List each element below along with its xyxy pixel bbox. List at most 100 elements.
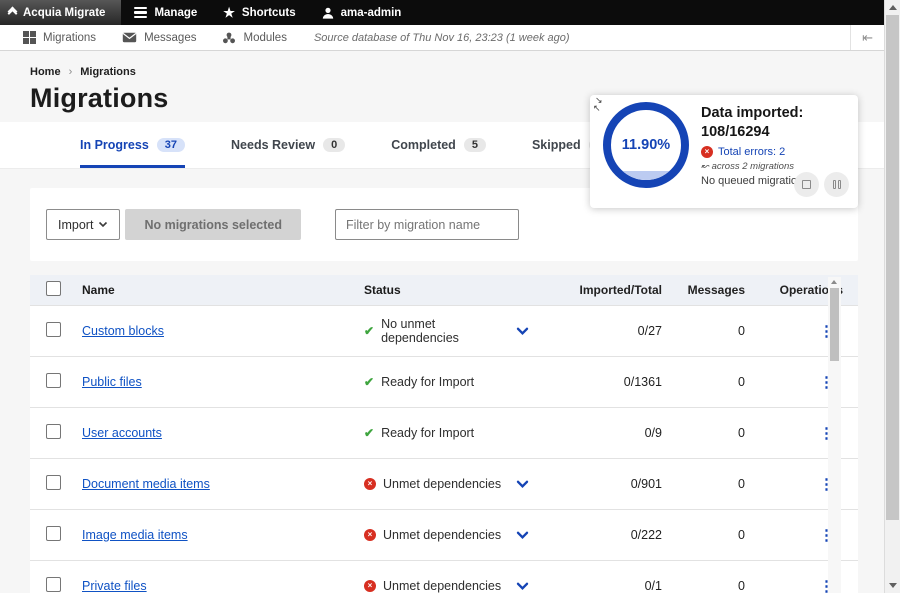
resize-handle-icon[interactable]: ↘↖ (595, 96, 603, 112)
collapse-left-icon: ⇤ (862, 30, 873, 46)
chevron-down-icon[interactable] (514, 580, 531, 593)
row-name-cell: User accounts (74, 426, 364, 440)
row-status-cell: × Unmet dependencies (364, 579, 514, 593)
error-icon: × (364, 478, 376, 490)
toolbar-modules[interactable]: Modules (209, 25, 299, 50)
row-checkbox[interactable] (46, 373, 61, 388)
admin-bar-manage[interactable]: Manage (121, 0, 210, 25)
chevron-down-icon[interactable] (514, 325, 531, 338)
row-operations-cell: ⋮ (749, 375, 858, 390)
status-label: Unmet dependencies (383, 579, 501, 593)
tab-count-badge: 5 (464, 138, 486, 152)
row-operations-cell: ⋮ (749, 477, 858, 492)
across-migrations-note: ↜ across 2 migrations (701, 161, 852, 172)
row-operations-cell: ⋮ (749, 426, 858, 441)
status-label: Unmet dependencies (383, 528, 501, 542)
double-chevron-up-icon (9, 8, 16, 17)
imported-total-value: 0/27 (559, 324, 664, 338)
import-dropdown-button[interactable]: Import (46, 209, 120, 240)
migration-name-link[interactable]: User accounts (82, 426, 162, 440)
admin-bar-user[interactable]: ama-admin (309, 0, 415, 25)
chevron-down-icon[interactable] (514, 529, 531, 542)
check-icon: ✔ (364, 324, 374, 338)
migrations-table: Name Status Imported/Total Messages Oper… (30, 275, 858, 593)
import-label: Import (58, 218, 93, 232)
imported-total-value: 0/9 (559, 426, 664, 440)
row-checkbox[interactable] (46, 577, 61, 592)
migration-name-link[interactable]: Private files (82, 579, 147, 593)
toolbar-migrations[interactable]: Migrations (10, 25, 109, 50)
grid-icon (23, 31, 36, 44)
total-errors-link[interactable]: Total errors: 2 (718, 146, 785, 158)
toolbar: Migrations Messages Modules Source datab… (0, 25, 884, 51)
row-name-cell: Image media items (74, 528, 364, 542)
toolbar-messages[interactable]: Messages (109, 25, 209, 50)
header-messages: Messages (664, 283, 749, 297)
migration-filter-input[interactable] (335, 209, 519, 240)
row-select-cell (30, 373, 74, 391)
selection-status-button: No migrations selected (125, 209, 301, 240)
breadcrumb-home[interactable]: Home (30, 66, 61, 78)
admin-bar-shortcuts[interactable]: ★ Shortcuts (210, 0, 308, 25)
select-all-cell (30, 281, 74, 299)
progress-ring: 11.90% (603, 102, 689, 188)
table-row: Public files ✔ Ready for Import 0/1361 0… (30, 356, 858, 407)
table-row: Document media items × Unmet dependencie… (30, 458, 858, 509)
migration-name-link[interactable]: Public files (82, 375, 142, 389)
stop-button[interactable] (794, 172, 819, 197)
tab-completed[interactable]: Completed 5 (391, 135, 486, 168)
row-operations-cell: ⋮ (749, 324, 858, 339)
tab-label: Skipped (532, 138, 581, 152)
hamburger-icon (134, 7, 147, 19)
page-scrollbar-thumb[interactable] (886, 15, 899, 520)
brand-label: Acquia Migrate (23, 7, 105, 19)
table-header-row: Name Status Imported/Total Messages Oper… (30, 275, 858, 305)
row-select-cell (30, 322, 74, 340)
page-scrollbar[interactable] (884, 0, 900, 593)
status-label: Ready for Import (381, 426, 474, 440)
stop-icon (802, 180, 811, 189)
scroll-up-icon (889, 5, 897, 10)
error-icon: × (364, 580, 376, 592)
user-label: ama-admin (341, 7, 402, 19)
breadcrumb-separator: › (69, 66, 73, 78)
chevron-down-icon[interactable] (514, 478, 531, 491)
status-label: Ready for Import (381, 375, 474, 389)
admin-bar: Acquia Migrate Manage ★ Shortcuts ama-ad… (0, 0, 884, 25)
tab-in-progress[interactable]: In Progress 37 (80, 135, 185, 168)
breadcrumb: Home › Migrations (30, 66, 884, 78)
row-status-cell: × Unmet dependencies (364, 477, 514, 491)
migration-name-link[interactable]: Document media items (82, 477, 210, 491)
row-name-cell: Document media items (74, 477, 364, 491)
toolbar-collapse-button[interactable]: ⇤ (850, 25, 884, 50)
progress-percent: 11.90% (611, 110, 681, 180)
row-name-cell: Public files (74, 375, 364, 389)
header-status: Status (364, 283, 514, 297)
migration-name-link[interactable]: Custom blocks (82, 324, 164, 338)
row-operations-cell: ⋮ (749, 528, 858, 543)
imported-total-value: 0/222 (559, 528, 664, 542)
data-imported-heading: Data imported: (701, 104, 852, 123)
table-scrollbar-thumb[interactable] (830, 288, 839, 361)
select-all-checkbox[interactable] (46, 281, 61, 296)
row-checkbox[interactable] (46, 526, 61, 541)
row-expand-cell (514, 376, 559, 389)
row-expand-cell (514, 427, 559, 440)
row-checkbox[interactable] (46, 322, 61, 337)
table-row: User accounts ✔ Ready for Import 0/9 0 ⋮ (30, 407, 858, 458)
row-status-cell: ✔ Ready for Import (364, 426, 514, 440)
table-scrollbar[interactable] (828, 277, 841, 593)
check-icon: ✔ (364, 426, 374, 440)
check-icon: ✔ (364, 375, 374, 389)
tab-needs-review[interactable]: Needs Review 0 (231, 135, 345, 168)
row-checkbox[interactable] (46, 475, 61, 490)
tab-label: In Progress (80, 138, 149, 152)
row-select-cell (30, 577, 74, 593)
pause-button[interactable] (824, 172, 849, 197)
row-name-cell: Custom blocks (74, 324, 364, 338)
migration-name-link[interactable]: Image media items (82, 528, 188, 542)
admin-bar-brand[interactable]: Acquia Migrate (0, 0, 121, 25)
row-checkbox[interactable] (46, 424, 61, 439)
scroll-up-icon (831, 280, 837, 284)
toolbar-modules-label: Modules (243, 32, 286, 44)
